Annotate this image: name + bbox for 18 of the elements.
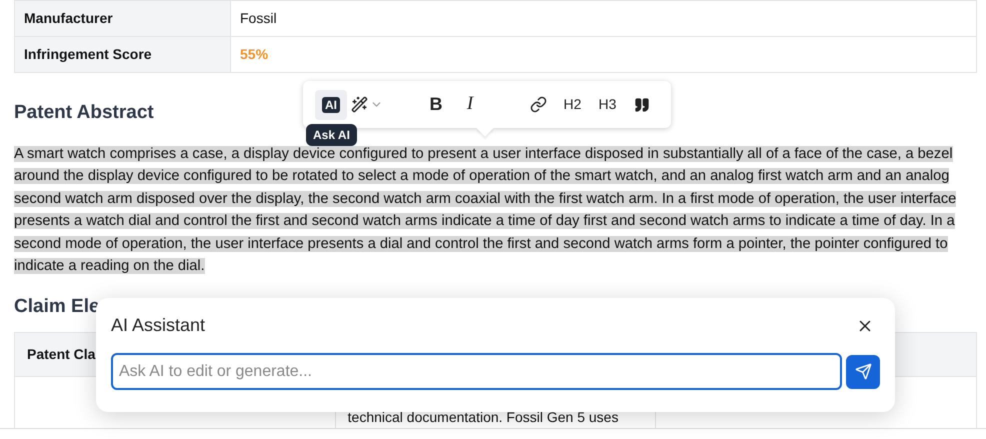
send-button[interactable] (846, 354, 880, 388)
table-header-cell: Infringement Score (14, 36, 230, 72)
tooltip: Ask AI (306, 124, 357, 146)
send-icon (854, 363, 872, 380)
italic-button[interactable]: I (453, 90, 487, 120)
link-icon (530, 96, 546, 113)
bold-button[interactable]: B (419, 90, 453, 120)
prompt-input-field[interactable]: Ask AI to edit or generate... (111, 353, 842, 390)
section-heading: Patent Abstract (14, 101, 154, 125)
heading-button[interactable]: H3 (590, 90, 625, 120)
table-header-cell: Manufacturer (14, 0, 230, 36)
magic-wand-icon (351, 96, 368, 113)
abstract-paragraph: A smart watch comprises a case, a display device configured to present a user interface disposed in substantially all of a face of the case, a bezel around the display device configured to be rotated to select a mode of operation of the smart watch, and an analog first watch arm and an analog second watch arm disposed over the display, the second watch arm coaxial with the first watch arm. In a first mode of operation, the user interface presents a watch dial and control the first and second watch arms indicate a time of day first and second watch arms to indicate a time of day. In a second mode of operation, the user interface presents a dial and control the first and second watch arms form a pointer, the pointer configured to indicate a reading on the dial. (14, 144, 958, 276)
heading-button[interactable]: H2 (555, 90, 590, 120)
table-cell: Fossil (230, 0, 976, 36)
ai-button[interactable]: AI (315, 90, 347, 120)
quote-icon (634, 96, 650, 112)
table-cell: 55% (230, 36, 976, 72)
